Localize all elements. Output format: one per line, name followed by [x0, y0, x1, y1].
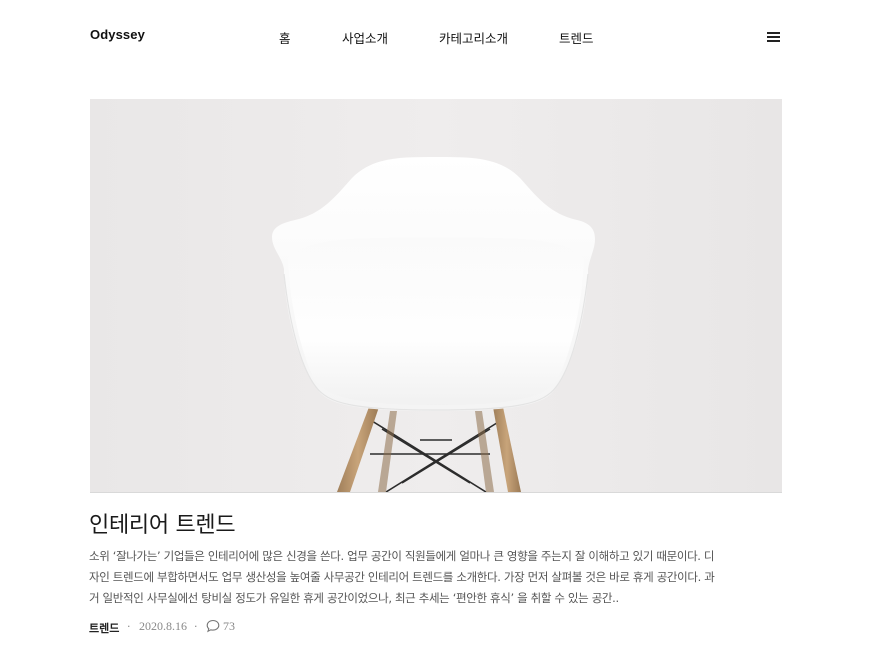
post-date: 2020.8.16: [139, 619, 187, 633]
post-category[interactable]: 트렌드: [89, 620, 119, 636]
meta-separator: ·: [127, 620, 131, 633]
excerpt-line: 거 일반적인 사무실에선 탕비실 정도가 유일한 휴게 공간이었으나, 최근 추…: [89, 591, 619, 605]
site-logo[interactable]: Odyssey: [90, 27, 145, 42]
comment-count[interactable]: 73: [223, 619, 235, 634]
nav-item-trends[interactable]: 트렌드: [559, 28, 594, 47]
post-title[interactable]: 인테리어 트렌드: [89, 507, 236, 539]
chair-illustration: [90, 99, 782, 492]
post-excerpt: 소위 ‘잘나가는’ 기업들은 인테리어에 많은 신경을 쓴다. 업무 공간이 직…: [89, 546, 779, 609]
nav-item-business[interactable]: 사업소개: [342, 28, 388, 47]
nav-item-home[interactable]: 홈: [279, 28, 291, 47]
speech-bubble-icon[interactable]: [206, 619, 220, 633]
meta-separator: ·: [194, 620, 198, 633]
site-header: Odyssey 홈 사업소개 카테고리소개 트렌드: [0, 0, 872, 74]
excerpt-line: 소위 ‘잘나가는’ 기업들은 인테리어에 많은 신경을 쓴다. 업무 공간이 직…: [89, 549, 715, 563]
nav-item-categories[interactable]: 카테고리소개: [439, 28, 508, 47]
excerpt-line: 자인 트렌드에 부합하면서도 업무 생산성을 높여줄 사무공간 인테리어 트렌드…: [89, 570, 715, 584]
hamburger-menu-icon[interactable]: [766, 31, 782, 43]
post-hero-image[interactable]: [90, 99, 782, 493]
